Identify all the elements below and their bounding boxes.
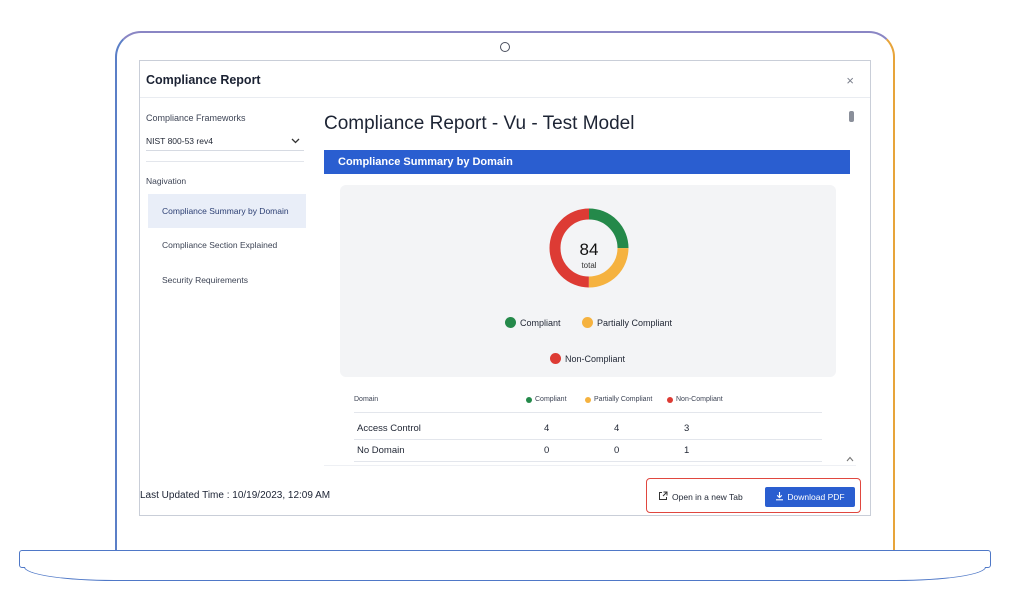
header-label: Partially Compliant <box>594 396 653 403</box>
divider <box>140 97 870 98</box>
navigation-label: Nagivation <box>146 176 187 186</box>
compliant-dot <box>526 396 532 403</box>
partial-dot <box>585 396 591 403</box>
report-title: Compliance Report - Vu - Test Model <box>324 113 635 134</box>
camera-icon <box>500 42 510 52</box>
external-link-icon <box>658 491 668 503</box>
laptop-base <box>19 550 991 568</box>
scroll-up-icon[interactable] <box>846 454 854 464</box>
table-header-noncompliant: Non-Compliant <box>667 396 723 403</box>
framework-select[interactable]: NIST 800-53 rev4 <box>146 131 304 151</box>
summary-chart-panel: 84 total Compliant Partially Compliant N… <box>340 185 836 377</box>
donut-total-label: total <box>581 261 596 270</box>
nav-item-compliance-summary[interactable]: Compliance Summary by Domain <box>148 194 306 228</box>
header-label: Non-Compliant <box>676 396 723 403</box>
table-divider <box>354 412 822 413</box>
laptop-base-bottom <box>24 567 986 581</box>
row-domain: No Domain <box>357 445 405 456</box>
scrollbar-thumb[interactable] <box>849 111 854 122</box>
compliance-report-dialog: Compliance Report × Compliance Framework… <box>139 60 871 516</box>
download-icon <box>775 491 784 503</box>
table-header-partial: Partially Compliant <box>585 396 652 403</box>
row-partial: 0 <box>614 445 620 456</box>
noncompliant-dot <box>550 353 561 364</box>
legend-label: Non-Compliant <box>565 353 626 364</box>
donut-total-value: 84 <box>580 240 599 259</box>
open-new-tab-button[interactable]: Open in a new Tab <box>654 488 747 506</box>
last-updated-time: Last Updated Time : 10/19/2023, 12:09 AM <box>140 490 331 501</box>
close-icon[interactable]: × <box>846 73 854 88</box>
legend-label: Compliant <box>520 317 561 328</box>
noncompliant-dot <box>667 396 673 403</box>
row-compliant: 4 <box>544 423 550 434</box>
row-noncompliant: 1 <box>684 445 690 456</box>
section-header-label: Compliance Summary by Domain <box>338 156 513 168</box>
legend-label: Partially Compliant <box>597 317 673 328</box>
table-divider <box>354 461 822 462</box>
compliance-donut-chart: 84 total <box>549 208 629 288</box>
header-label: Compliant <box>535 396 567 403</box>
compliant-dot <box>505 317 516 328</box>
frameworks-label: Compliance Frameworks <box>146 113 246 123</box>
chevron-down-icon <box>291 136 300 146</box>
section-header: Compliance Summary by Domain <box>324 150 850 174</box>
dialog-title: Compliance Report <box>146 73 261 87</box>
framework-select-value: NIST 800-53 rev4 <box>146 135 213 146</box>
nav-item-security-requirements[interactable]: Security Requirements <box>148 263 306 297</box>
partial-dot <box>582 317 593 328</box>
nav-item-section-explained[interactable]: Compliance Section Explained <box>148 228 306 262</box>
divider <box>324 465 856 466</box>
open-new-tab-label: Open in a new Tab <box>672 492 743 502</box>
legend-compliant: Compliant <box>505 317 561 328</box>
row-domain: Access Control <box>357 423 421 434</box>
row-noncompliant: 3 <box>684 423 690 434</box>
divider <box>146 161 304 162</box>
table-divider <box>354 439 822 440</box>
legend-partially-compliant: Partially Compliant <box>582 317 672 328</box>
row-partial: 4 <box>614 423 620 434</box>
table-header-compliant: Compliant <box>526 396 567 403</box>
nav-item-label: Security Requirements <box>162 275 248 285</box>
row-compliant: 0 <box>544 445 550 456</box>
table-header-domain: Domain <box>354 396 378 403</box>
nav-item-label: Compliance Summary by Domain <box>162 206 289 216</box>
legend-non-compliant: Non-Compliant <box>550 353 625 364</box>
nav-item-label: Compliance Section Explained <box>162 240 278 250</box>
header-label: Domain <box>354 396 379 403</box>
download-pdf-button[interactable]: Download PDF <box>765 487 855 507</box>
download-pdf-label: Download PDF <box>787 492 845 502</box>
